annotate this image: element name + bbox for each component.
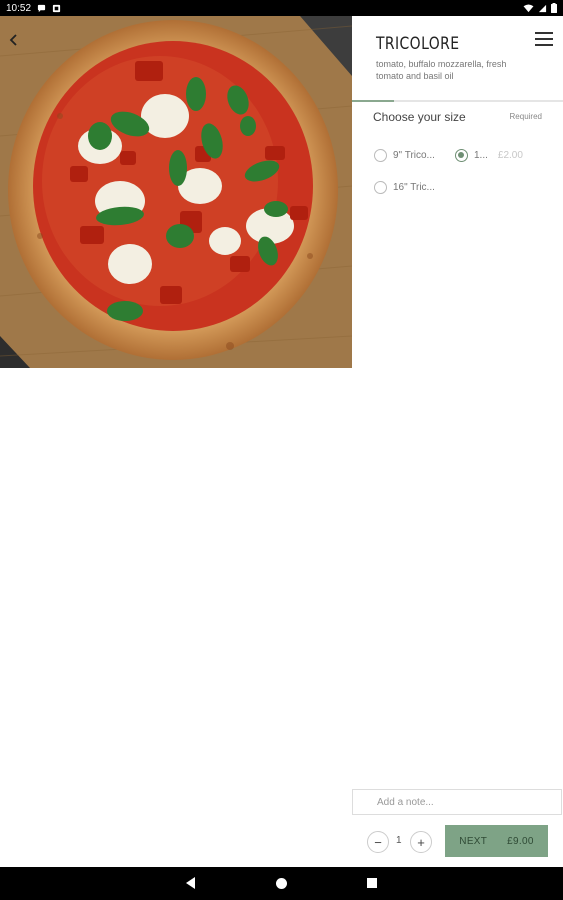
product-panel: TRICOLORE tomato, buffalo mozzarella, fr… — [352, 16, 563, 867]
size-section-label: Choose your size — [373, 110, 466, 124]
nav-recents-icon[interactable] — [367, 878, 377, 888]
quantity-decrease-button[interactable]: − — [367, 831, 389, 853]
menu-icon-line — [535, 44, 553, 46]
product-photo — [0, 16, 352, 368]
chevron-left-icon — [9, 34, 17, 46]
status-bar: 10:52 — [0, 0, 563, 16]
menu-button[interactable] — [533, 30, 555, 48]
nav-home-icon[interactable] — [276, 878, 287, 889]
menu-icon-line — [535, 38, 553, 40]
size-option-label: 1... — [474, 150, 488, 161]
product-description: tomato, buffalo mozzarella, fresh tomato… — [376, 59, 507, 81]
status-left: 10:52 — [6, 3, 61, 14]
status-right — [523, 3, 557, 13]
size-option-label: 9" Trico... — [393, 150, 435, 161]
quantity-value: 1 — [396, 835, 402, 846]
product-title: TRICOLORE — [376, 34, 460, 54]
radio-button-selected[interactable] — [455, 149, 468, 162]
next-button-label: NEXT — [459, 835, 488, 847]
size-option-12-inch[interactable]: 1... £2.00 — [455, 149, 523, 162]
next-button[interactable]: NEXT £9.00 — [445, 825, 548, 857]
progress-bar — [352, 100, 563, 102]
pizza-image — [0, 16, 352, 368]
back-button[interactable] — [4, 30, 24, 50]
plus-icon: + — [417, 834, 425, 850]
quantity-increase-button[interactable]: + — [410, 831, 432, 853]
battery-icon — [551, 3, 557, 13]
status-time: 10:52 — [6, 2, 32, 14]
menu-icon-line — [535, 32, 553, 34]
wifi-icon — [523, 3, 534, 12]
next-button-price: £9.00 — [507, 835, 534, 847]
size-option-9-inch[interactable]: 9" Trico... — [374, 149, 435, 162]
system-nav-bar — [0, 867, 563, 900]
required-badge: Required — [509, 112, 542, 121]
screen: 10:52 TRICOLORE tomato, buffalo mozzarel… — [0, 0, 563, 900]
nav-back-icon[interactable] — [186, 877, 195, 889]
radio-button[interactable] — [374, 181, 387, 194]
note-input[interactable]: Add a note... — [352, 789, 562, 815]
minus-icon: − — [374, 834, 382, 850]
notification-icon — [52, 4, 61, 12]
progress-fill — [352, 100, 395, 102]
size-option-label: 16" Tric... — [393, 182, 435, 193]
size-option-price: £2.00 — [497, 150, 523, 161]
chat-bubble-icon — [37, 4, 46, 12]
radio-button[interactable] — [374, 149, 387, 162]
signal-icon — [538, 4, 547, 12]
size-option-16-inch[interactable]: 16" Tric... — [374, 181, 435, 194]
